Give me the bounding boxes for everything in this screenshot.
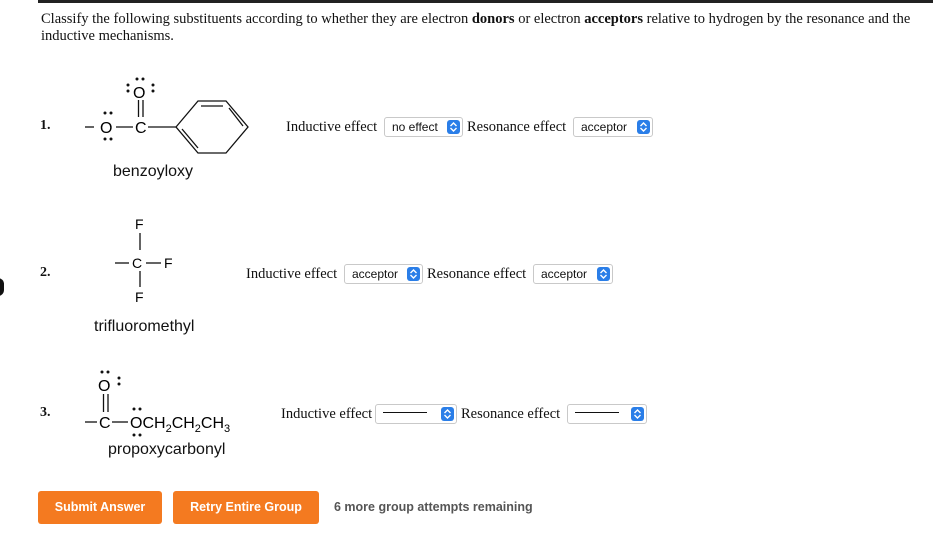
resonance-label: Resonance effect xyxy=(461,406,561,422)
chain-formula: OCH2CH2CH3 xyxy=(130,415,230,435)
atom-o-carbonyl: O xyxy=(133,85,145,102)
select-arrow-icon xyxy=(447,120,460,134)
atom-f-right: F xyxy=(164,255,173,271)
retry-entire-group-button[interactable]: Retry Entire Group xyxy=(173,491,319,524)
substituent-name: benzoyloxy xyxy=(113,163,194,180)
resonance-select-3[interactable] xyxy=(567,404,647,424)
select-value: acceptor xyxy=(352,267,399,281)
select-arrow-icon xyxy=(597,267,610,281)
substituent-name: trifluoromethyl xyxy=(94,318,195,335)
scroll-marker xyxy=(0,278,4,296)
inductive-select-1[interactable]: no effect xyxy=(384,117,463,137)
atom-f-bottom: F xyxy=(135,289,144,305)
select-arrow-icon xyxy=(407,267,420,281)
resonance-label: Resonance effect xyxy=(427,266,527,282)
instruction-text-2: or electron xyxy=(514,11,585,27)
select-arrow-icon xyxy=(441,407,454,421)
select-value: acceptor xyxy=(581,120,628,134)
select-placeholder-line xyxy=(575,412,619,414)
select-value: acceptor xyxy=(541,267,588,281)
item-number: 3. xyxy=(40,405,51,420)
select-arrow-icon xyxy=(637,120,650,134)
inductive-label: Inductive effect xyxy=(246,266,338,282)
atom-c: C xyxy=(135,120,147,137)
instruction-donors: donors xyxy=(471,11,515,27)
inductive-select-2[interactable]: acceptor xyxy=(344,264,423,284)
atom-o: O xyxy=(100,120,112,137)
top-border xyxy=(38,0,933,3)
atom-c: C xyxy=(132,255,142,271)
atom-c: C xyxy=(99,415,111,432)
select-placeholder-line xyxy=(383,412,427,414)
inductive-label: Inductive effect xyxy=(281,406,373,422)
instruction-line-2: inductive mechanisms. xyxy=(41,28,174,44)
inductive-select-3[interactable] xyxy=(375,404,457,424)
resonance-select-2[interactable]: acceptor xyxy=(533,264,613,284)
instruction-text-3: relative to hydrogen by the resonance an… xyxy=(643,11,911,27)
propoxycarbonyl-structure: O C OCH2CH2CH3 xyxy=(85,370,230,437)
substituent-name: propoxycarbonyl xyxy=(108,441,226,458)
select-value: no effect xyxy=(392,120,438,134)
trifluoromethyl-structure: F C F F xyxy=(115,216,173,305)
instruction-acceptors: acceptors xyxy=(584,11,644,27)
item-number: 2. xyxy=(40,265,51,280)
resonance-label: Resonance effect xyxy=(467,119,567,135)
inductive-label: Inductive effect xyxy=(286,119,378,135)
resonance-select-1[interactable]: acceptor xyxy=(573,117,653,137)
instruction-text: Classify the following substituents acco… xyxy=(41,11,472,27)
attempts-remaining: 6 more group attempts remaining xyxy=(334,500,533,514)
item-number: 1. xyxy=(40,118,51,133)
instructions: Classify the following substituents acco… xyxy=(41,11,933,45)
atom-f-top: F xyxy=(135,216,144,232)
atom-o-carbonyl: O xyxy=(98,378,110,395)
submit-answer-button[interactable]: Submit Answer xyxy=(38,491,162,524)
select-arrow-icon xyxy=(631,407,644,421)
benzoyloxy-structure: O C O xyxy=(85,77,249,154)
